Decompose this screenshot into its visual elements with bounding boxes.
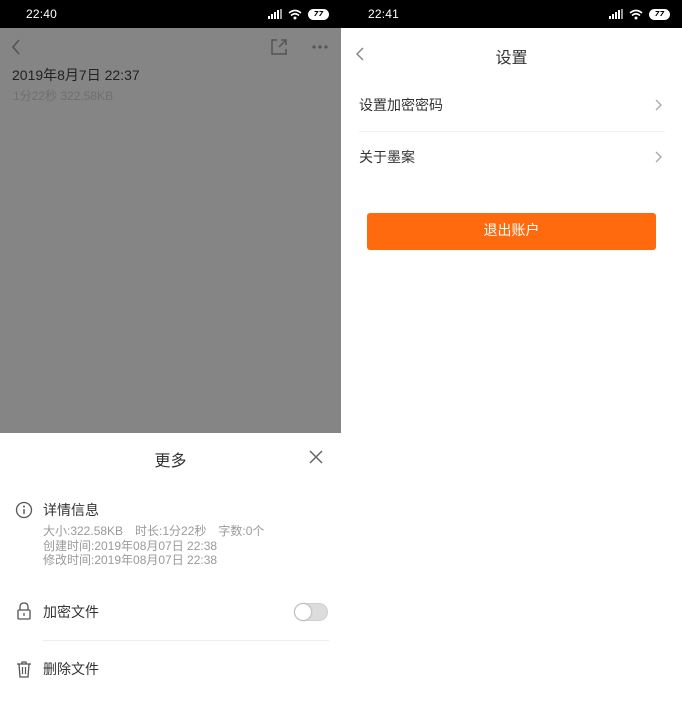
file-duration: 时长:1分22秒 [135,524,207,538]
logout-button[interactable]: 退出账户 [367,213,656,250]
status-bar: 22:40 77 [0,0,341,28]
chevron-right-icon [655,99,662,111]
settings-row-about[interactable]: 关于墨案 [341,131,682,183]
lock-icon [17,602,31,620]
note-meta: 1分22秒 322.58KB [13,89,114,103]
note-title: 2019年8月7日 22:37 [12,67,140,83]
settings-row-set-password[interactable]: 设置加密密码 [341,79,682,131]
sheet-title: 更多 [154,451,187,470]
page-title: 设置 [495,48,528,67]
encrypt-toggle[interactable] [294,603,328,621]
wifi-icon [288,9,302,19]
signal-icon [268,9,282,19]
file-size: 大小:322.58KB [43,524,124,538]
modified-time: 修改时间:2019年08月07日 22:38 [43,553,218,567]
divider [43,640,329,641]
status-icons: 77 [609,7,670,21]
more-bottom-sheet: 更多 详情信息 大小:322.58KB 时长:1分22秒 字数:0个 创建时间:20… [0,433,341,710]
info-icon [15,501,33,519]
row-label: 关于墨案 [359,150,415,166]
chevron-right-icon [655,151,662,163]
wifi-icon [629,9,643,19]
dimmed-note-content[interactable]: 2019年8月7日 22:37 1分22秒 322.58KB [0,28,341,433]
note-detail-screen: 22:40 77 2019年8月7日 22:37 1分22秒 322.58KB … [0,0,341,710]
close-icon[interactable] [306,447,326,467]
trash-icon [17,661,31,678]
signal-icon [609,9,623,19]
status-bar: 22:41 77 [341,0,682,28]
more-options-icon[interactable] [309,36,331,58]
battery-icon: 77 [649,8,670,20]
toggle-knob [295,604,311,620]
status-time: 22:40 [26,7,58,21]
status-icons: 77 [268,7,329,21]
encrypt-file-label: 加密文件 [43,605,99,621]
back-arrow-icon[interactable] [8,37,24,57]
settings-screen: 22:41 77 设置 设置加密密码 关于墨案 退出账户 [341,0,682,710]
details-label: 详情信息 [43,503,99,519]
status-time: 22:41 [368,7,400,21]
battery-icon: 77 [308,8,329,20]
delete-file-button[interactable]: 删除文件 [43,659,99,679]
row-label: 设置加密密码 [359,98,443,114]
share-icon[interactable] [268,36,290,58]
word-count: 字数:0个 [218,524,265,538]
